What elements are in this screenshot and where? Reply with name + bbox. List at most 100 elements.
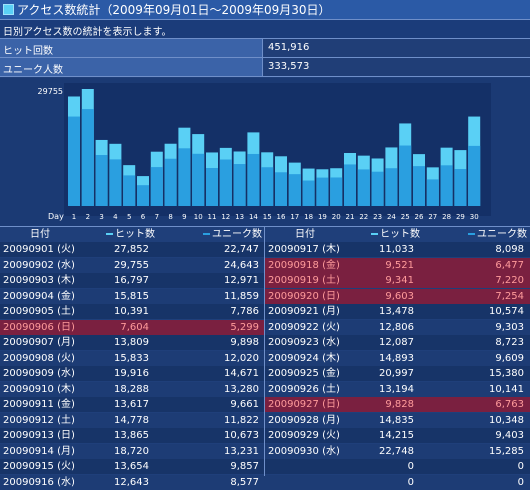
bar-unique-24: [385, 168, 398, 206]
row-unique: 13,231: [224, 445, 259, 457]
table-row-right: 20090923 (水) 12,087 8,723: [265, 335, 530, 350]
row-hit: 7,604: [120, 321, 149, 333]
table-row-right: 20090920 (日) 9,603 7,254: [265, 288, 530, 304]
table-row-left: 20090902 (水) 29,755 24,643: [0, 258, 264, 273]
row-hit: 18,720: [114, 445, 149, 457]
table-row: 20090907 (月) 13,809 9,898 20090923 (水) 12,08…: [0, 335, 530, 350]
x-tick-label: 20: [332, 213, 341, 221]
table-row-left: 20090905 (土) 10,391 7,786: [0, 304, 264, 319]
table-row: 20090911 (金) 13,617 9,661 20090927 (日) 9,828…: [0, 397, 530, 412]
x-tick-label: 23: [373, 213, 382, 221]
row-hit: 14,215: [379, 430, 414, 441]
row-hit: 9,341: [385, 275, 414, 286]
x-tick-label: 13: [235, 213, 244, 221]
row-date: 20090923 (水): [268, 337, 340, 348]
bar-unique-19: [316, 177, 329, 206]
header-date: 日付: [30, 229, 50, 240]
table-row: 20090914 (月) 18,720 13,231 20090930 (水) 22,7…: [0, 443, 530, 459]
bar-unique-27: [426, 179, 439, 206]
row-hit: 14,835: [379, 414, 414, 426]
row-date: 20090913 (日): [3, 430, 75, 441]
table-row-right: 20090928 (月) 14,835 10,348: [265, 413, 530, 428]
row-hit: 13,654: [114, 461, 149, 472]
row-unique: 9,403: [495, 430, 524, 441]
row-unique: 24,643: [224, 259, 259, 271]
stats-icon: [3, 4, 14, 15]
bar-unique-9: [178, 148, 191, 206]
row-hit: 15,815: [114, 290, 149, 302]
table-row-left: 20090901 (火) 27,852 22,747: [0, 242, 264, 257]
summary-row-hits: ヒット回数 451,916: [0, 39, 530, 58]
row-date: 20090924 (木): [268, 352, 340, 364]
row-hit: 13,478: [379, 306, 414, 317]
row-unique: 6,763: [495, 399, 524, 410]
table-row-right: 20090930 (水) 22,748 15,285: [265, 444, 530, 459]
header-date: 日付: [295, 229, 315, 240]
header-unique: ユニーク数: [422, 227, 527, 242]
row-hit: 11,033: [379, 244, 414, 255]
row-date: 20090921 (月): [268, 306, 340, 317]
description-row: 日別アクセス数の統計を表示します。: [0, 20, 530, 39]
row-hit: 13,865: [114, 430, 149, 441]
row-date: 20090929 (火): [268, 430, 340, 441]
unique-legend-marker: [468, 233, 475, 235]
row-hit: 19,916: [114, 368, 149, 379]
summary-label-uniques: ユニーク人数: [3, 65, 63, 76]
row-date: 20090911 (金): [3, 399, 75, 410]
bar-unique-13: [233, 164, 246, 206]
row-date: 20090910 (木): [3, 383, 75, 395]
row-date: 20090925 (金): [268, 368, 340, 379]
y-max-label: 29755: [38, 87, 63, 96]
bar-unique-21: [344, 164, 356, 206]
description-text: 日別アクセス数の統計を表示します。: [3, 27, 172, 38]
table-row-right: 00: [265, 475, 530, 490]
row-date: 20090909 (水): [3, 368, 75, 379]
bar-unique-16: [275, 172, 287, 206]
table-row: 20090902 (水) 29,755 24,643 20090918 (金) 9,52…: [0, 257, 530, 273]
bar-unique-20: [330, 177, 343, 206]
x-tick-label: 12: [221, 213, 230, 221]
hit-legend-marker: [106, 233, 113, 235]
row-hit: 0: [407, 461, 414, 472]
daily-access-chart: 29755 Day 1 2 3 4 5 6 7 8 9 10 11 12 13 14 15 16 17 18 19 2…: [0, 78, 530, 227]
row-hit: 13,617: [114, 399, 149, 410]
bar-unique-1: [68, 116, 80, 206]
row-hit: 9,521: [385, 259, 414, 271]
row-unique: 8,723: [495, 337, 524, 348]
row-date: [268, 459, 358, 474]
table-row-left: 20090906 (日) 7,604 5,299: [0, 319, 264, 335]
bar-unique-15: [261, 167, 274, 206]
row-hit: 27,852: [114, 244, 149, 255]
row-date: [268, 475, 358, 490]
row-unique: 6,477: [495, 259, 524, 271]
bar-unique-30: [468, 145, 481, 206]
row-unique: 15,380: [489, 368, 524, 379]
table-row-left: 20090903 (木) 16,797 12,971: [0, 273, 264, 288]
table-divider: [264, 227, 265, 476]
row-unique: 8,577: [230, 476, 259, 488]
table-row-left: 20090914 (月) 18,720 13,231: [0, 444, 264, 459]
table-row: 20090906 (日) 7,604 5,299 20090922 (火) 12,806…: [0, 319, 530, 335]
x-tick-label: 18: [304, 213, 313, 221]
row-date: 20090907 (月): [3, 337, 75, 348]
x-tick-label: 11: [208, 213, 217, 221]
row-unique: 8,098: [495, 244, 524, 255]
x-tick-label: 21: [346, 213, 355, 221]
row-unique: 10,673: [224, 430, 259, 441]
table-row-right: 20090926 (土) 13,194 10,141: [265, 382, 530, 397]
row-hit: 22,748: [379, 445, 414, 457]
row-date: 20090930 (水): [268, 445, 340, 457]
row-unique: 12,020: [224, 352, 259, 364]
bar-unique-5: [123, 175, 136, 206]
chart-svg: 29755 Day 1 2 3 4 5 6 7 8 9 10 11 12 13 14 15 16 17 18 19 2…: [38, 83, 491, 221]
x-tick-label: 24: [387, 213, 396, 221]
row-date: 20090918 (金): [268, 259, 340, 271]
table-row-right: 20090922 (火) 12,806 9,303: [265, 320, 530, 335]
summary-label-hits: ヒット回数: [3, 46, 53, 57]
table-row: 20090908 (火) 15,833 12,020 20090924 (木) 14,8…: [0, 350, 530, 366]
row-hit: 14,778: [114, 414, 149, 426]
summary-value-uniques: 333,573: [268, 61, 310, 72]
row-unique: 9,857: [230, 461, 259, 472]
row-unique: 12,971: [224, 275, 259, 286]
x-tick-label: 9: [182, 213, 186, 221]
